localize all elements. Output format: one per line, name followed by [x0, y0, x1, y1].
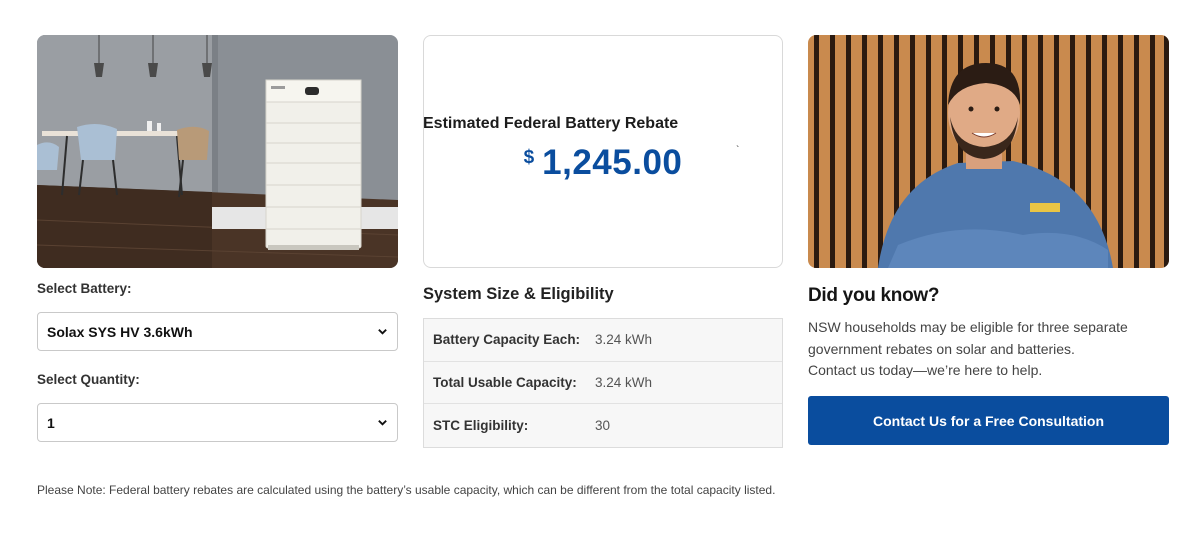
eligibility-table: Battery Capacity Each: 3.24 kWh Total Us…: [423, 318, 783, 448]
table-row: Battery Capacity Each: 3.24 kWh: [424, 319, 782, 362]
spec-key: Battery Capacity Each:: [433, 332, 581, 348]
quantity-select[interactable]: 1: [37, 403, 398, 442]
spec-value: 3.24 kWh: [595, 374, 653, 390]
info-column: Did you know? NSW households may be elig…: [808, 35, 1169, 445]
battery-selector-column: Select Battery: Solax SYS HV 3.6kWh Sele…: [37, 35, 398, 442]
did-you-know-title: Did you know?: [808, 285, 940, 306]
battery-select-value: Solax SYS HV 3.6kWh: [47, 323, 193, 340]
spec-key: STC Eligibility:: [433, 417, 529, 433]
rebate-column: Estimated Federal Battery Rebate $1,245.…: [423, 35, 784, 448]
battery-product-image: [37, 35, 398, 268]
spec-key: Total Usable Capacity:: [433, 374, 577, 390]
spec-value: 3.24 kWh: [595, 332, 653, 348]
table-row: Total Usable Capacity: 3.24 kWh: [424, 362, 782, 404]
quantity-select-value: 1: [47, 414, 55, 431]
stray-mark: `: [736, 145, 740, 156]
staff-photo: [808, 35, 1169, 268]
select-battery-label: Select Battery:: [37, 281, 132, 296]
rebate-currency: $: [523, 147, 535, 168]
rebate-amount: 1,245.00: [542, 143, 683, 182]
spec-value: 30: [595, 417, 611, 433]
contact-consultation-button[interactable]: Contact Us for a Free Consultation: [808, 396, 1169, 445]
rebate-title: Estimated Federal Battery Rebate: [423, 115, 679, 132]
rebate-amount-display: $1,245.00: [423, 143, 783, 183]
did-you-know-text: NSW households may be eligible for three…: [808, 319, 1128, 357]
did-you-know-cta: Contact us today—we’re here to help.: [808, 362, 1043, 378]
select-quantity-label: Select Quantity:: [37, 372, 140, 387]
table-row: STC Eligibility: 30: [424, 404, 782, 447]
rebate-note: Please Note: Federal battery rebates are…: [37, 483, 776, 497]
chevron-down-icon: [378, 329, 387, 335]
eligibility-title: System Size & Eligibility: [423, 285, 614, 303]
battery-select[interactable]: Solax SYS HV 3.6kWh: [37, 312, 398, 351]
chevron-down-icon: [378, 420, 387, 426]
